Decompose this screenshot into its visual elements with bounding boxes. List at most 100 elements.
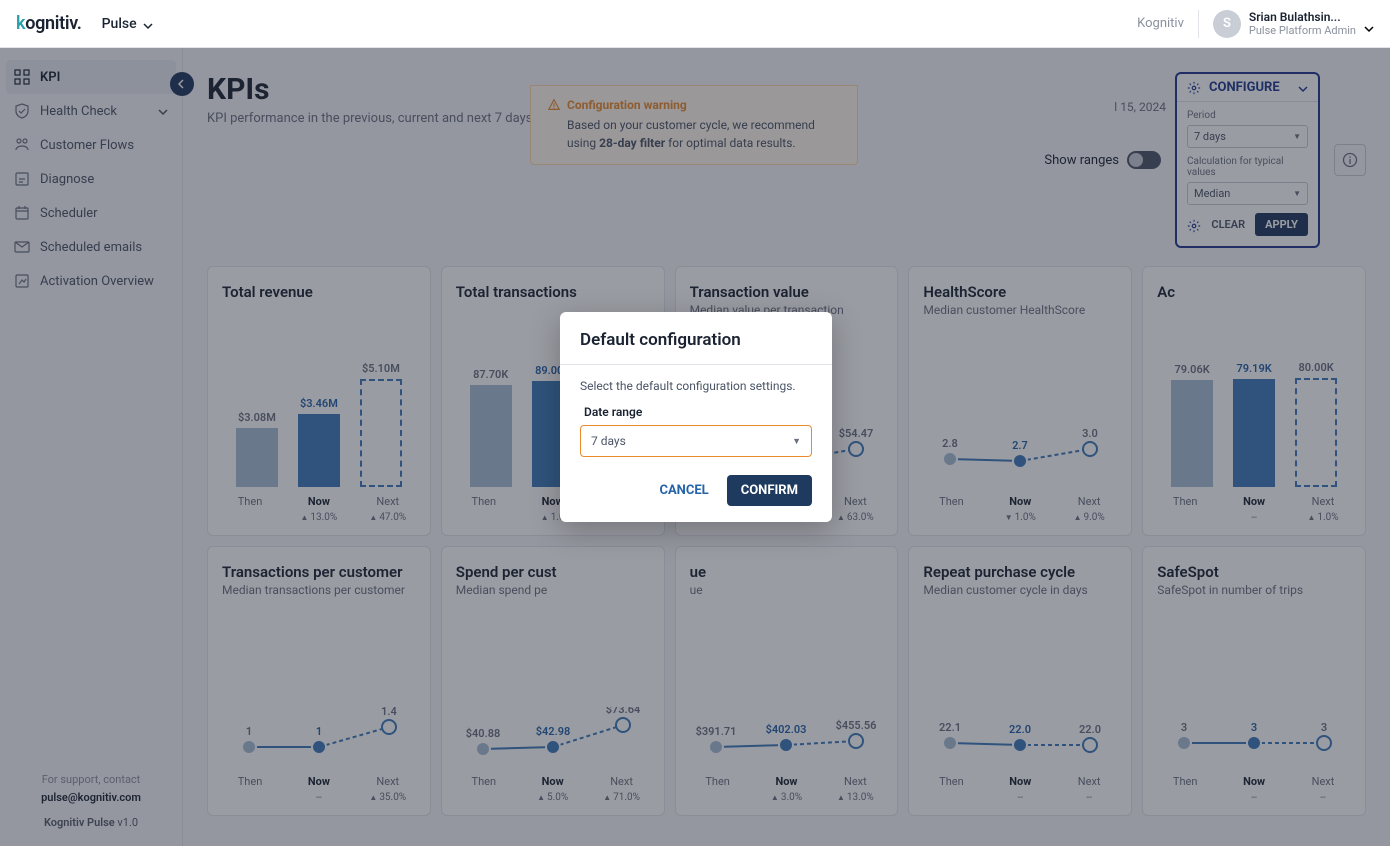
kpi-subtitle: SafeSpot in number of trips [1157,583,1351,599]
svg-text:2.7: 2.7 [1012,439,1028,452]
svg-text:$391.71: $391.71 [696,725,736,738]
page-title: KPIs [207,72,532,107]
nav-list: KPI Health Check Customer Flows Diagnose Sch… [0,48,182,757]
date-range-label: Date range [580,405,812,419]
kpi-title: Spend per cust [456,563,650,581]
svg-text:1.4: 1.4 [381,707,397,718]
settings-gear-icon[interactable] [1187,218,1201,232]
kpi-card[interactable]: SafeSpotSafeSpot in number of trips333Th… [1142,546,1366,816]
kpi-subtitle: Median spend pe [456,583,650,599]
sidebar-item-scheduler[interactable]: Scheduler [0,196,182,230]
nav-icon [14,137,30,153]
kpi-title: Ac [1157,283,1351,301]
kpi-title: ue [690,563,884,581]
kpi-subtitle: Median customer cycle in days [923,583,1117,599]
kpi-subtitle [222,303,416,319]
configure-panel: CONFIGURE Period 7 days▼ Calculation for… [1175,72,1320,248]
nav-label: Diagnose [40,172,94,187]
show-ranges-label: Show ranges [1044,153,1119,168]
info-button[interactable] [1334,144,1366,176]
sidebar-item-customer-flows[interactable]: Customer Flows [0,128,182,162]
nav-label: Scheduled emails [40,240,142,255]
svg-text:$402.03: $402.03 [766,723,807,736]
chevron-down-icon [1298,83,1308,93]
chevron-down-icon [1364,19,1374,29]
app-switcher[interactable]: Pulse [102,16,153,32]
sidebar-item-kpi[interactable]: KPI [6,60,176,94]
nav-icon [14,205,30,221]
svg-text:$455.56: $455.56 [836,719,876,732]
kpi-title: Repeat purchase cycle [923,563,1117,581]
warning-text: Based on your customer cycle, we recomme… [547,116,841,152]
kpi-card[interactable]: Total revenue$3.08M$3.46M$5.10MThenNowNe… [207,266,431,536]
date-display: l 15, 2024 [1114,100,1166,114]
avatar: S [1213,10,1241,38]
nav-label: Scheduler [40,206,98,221]
cancel-button[interactable]: CANCEL [659,483,708,498]
svg-text:$54.47: $54.47 [839,427,874,440]
confirm-button[interactable]: CONFIRM [727,475,812,506]
nav-icon [14,273,30,289]
org-name[interactable]: Kognitiv [1137,16,1184,31]
page-subtitle: KPI performance in the previous, current… [207,111,532,126]
kpi-title: Total transactions [456,283,650,301]
kpi-card[interactable]: Repeat purchase cycle Median customer cyc… [908,546,1132,816]
apply-button[interactable]: APPLY [1255,213,1308,236]
date-range-select[interactable]: 7 days▼ [580,425,812,457]
nav-icon [14,103,30,119]
nav-icon [14,69,30,85]
brand-logo: kognitiv. [16,13,82,34]
period-select[interactable]: 7 days▼ [1187,125,1308,148]
svg-text:$40.88: $40.88 [465,727,500,740]
sidebar-item-health-check[interactable]: Health Check [0,94,182,128]
kpi-card[interactable]: Transactions per customerMedian transact… [207,546,431,816]
kpi-title: Total revenue [222,283,416,301]
clear-button[interactable]: CLEAR [1211,218,1245,231]
support-email-link[interactable]: pulse@kognitiv.com [41,791,141,804]
calc-label: Calculation for typical values [1187,156,1308,178]
svg-text:3: 3 [1321,721,1327,734]
svg-text:3: 3 [1251,721,1257,734]
divider [1198,10,1199,38]
user-role: Pulse Platform Admin [1249,24,1356,37]
svg-text:1: 1 [246,725,252,738]
user-name: Srian Bulathsin... [1249,10,1356,24]
nav-label: KPI [40,70,60,85]
svg-text:22.0: 22.0 [1079,723,1101,736]
gear-icon [1187,81,1201,95]
period-label: Period [1187,110,1308,121]
support-block: For support, contact pulse@kognitiv.com … [0,757,182,846]
default-config-modal: Default configuration Select the default… [560,312,832,522]
kpi-card[interactable]: HealthScoreMedian customer HealthScore2.… [908,266,1132,536]
nav-icon [14,239,30,255]
sidebar-item-scheduled-emails[interactable]: Scheduled emails [0,230,182,264]
kpi-card[interactable]: ueue$391.71$402.03$455.56ThenNowNext3.0%… [675,546,899,816]
top-bar: kognitiv. Pulse Kognitiv S Srian Bulaths… [0,0,1390,48]
svg-text:1: 1 [316,725,322,738]
kpi-subtitle: ue [690,583,884,599]
kpi-subtitle: Median customer HealthScore [923,303,1117,319]
kpi-card[interactable]: Ac79.06K79.19K80.00KThenNowNext--1.0% [1142,266,1366,536]
svg-text:$42.98: $42.98 [535,725,570,738]
show-ranges-toggle[interactable] [1127,151,1161,169]
svg-text:3.0: 3.0 [1082,427,1098,440]
kpi-card[interactable]: Spend per cust Median spend pe $40.88 $42.9… [441,546,665,816]
svg-text:22.1: 22.1 [939,721,961,734]
config-warning-banner: Configuration warning Based on your cust… [530,85,858,165]
sidebar-item-activation-overview[interactable]: Activation Overview [0,264,182,298]
svg-text:$73.64: $73.64 [605,707,640,716]
chevron-down-icon [143,19,153,29]
kpi-title: Transaction value [690,283,884,301]
warning-title: Configuration warning [567,98,687,112]
configure-button[interactable]: CONFIGURE [1177,74,1318,102]
sidebar: KPI Health Check Customer Flows Diagnose Sch… [0,48,183,846]
user-menu[interactable]: S Srian Bulathsin... Pulse Platform Admi… [1213,10,1374,38]
sidebar-item-diagnose[interactable]: Diagnose [0,162,182,196]
warning-icon [547,98,561,112]
kpi-subtitle: Median transactions per customer [222,583,416,599]
modal-description: Select the default configuration setting… [580,379,812,393]
modal-title: Default configuration [580,330,812,350]
calc-select[interactable]: Median▼ [1187,182,1308,205]
nav-label: Health Check [40,104,117,119]
collapse-sidebar-button[interactable] [170,72,194,96]
